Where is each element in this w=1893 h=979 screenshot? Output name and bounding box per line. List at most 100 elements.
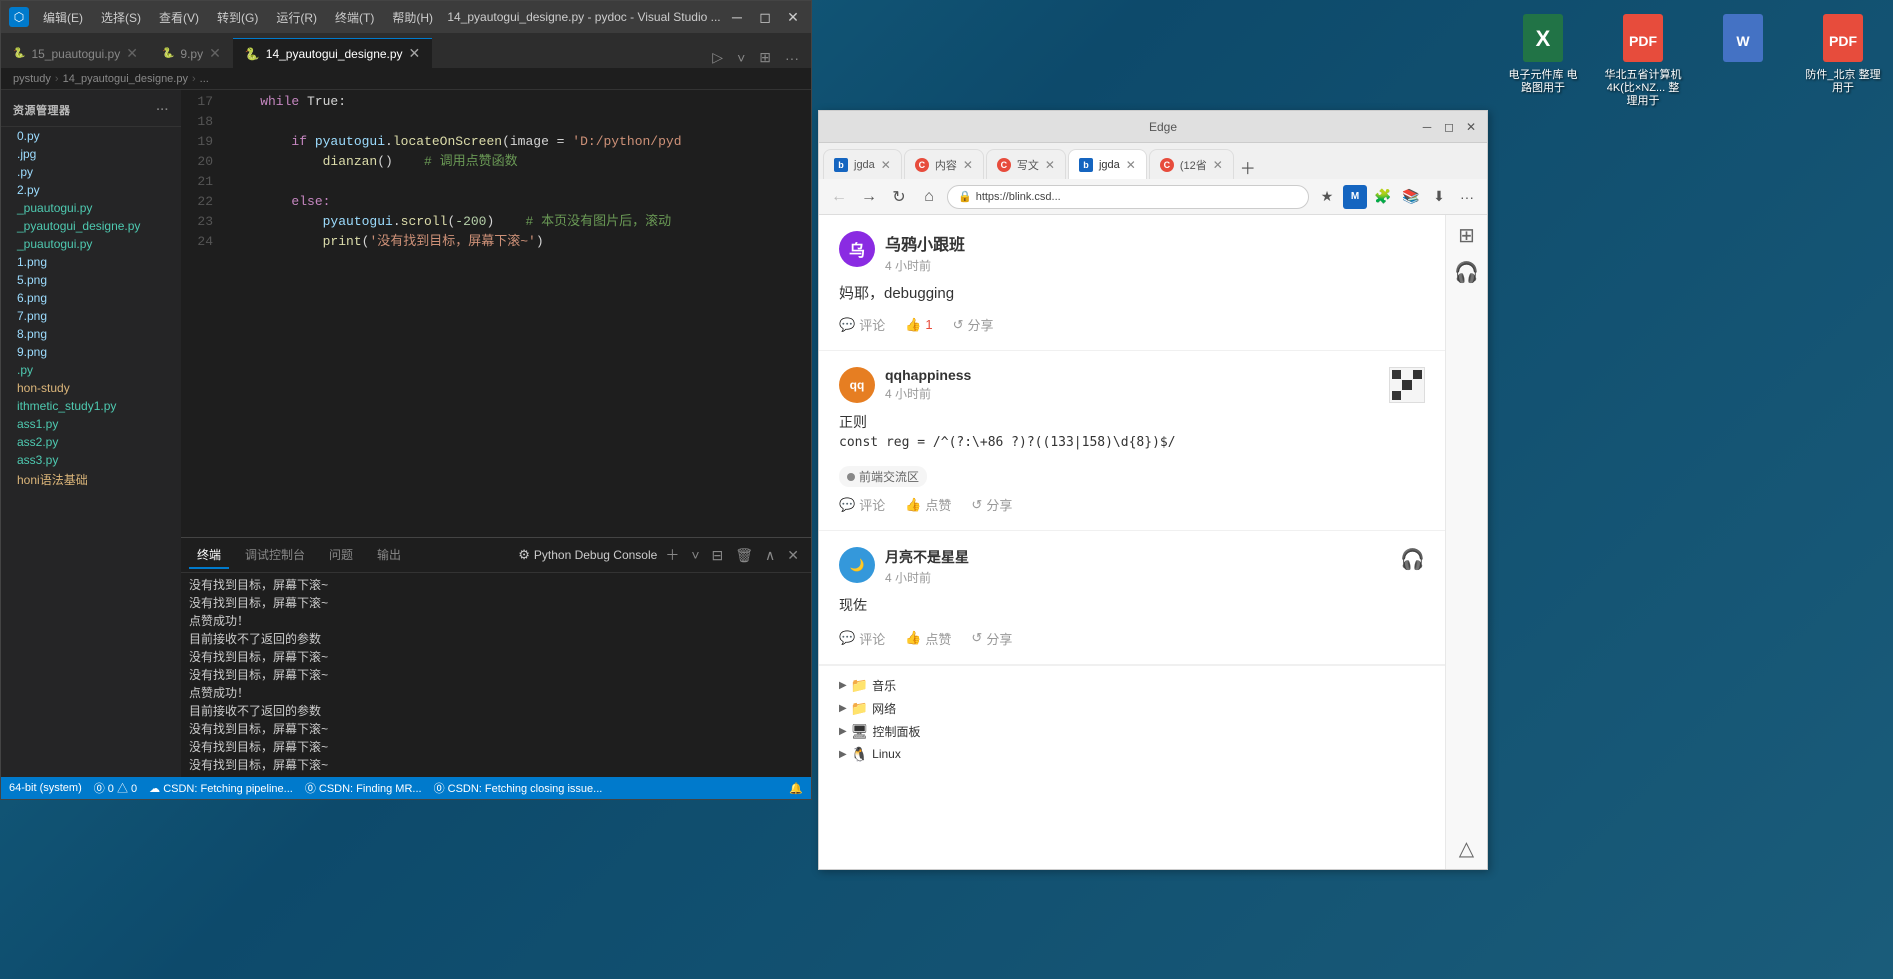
- breadcrumb-file[interactable]: 14_pyautogui_designe.py: [63, 73, 188, 85]
- split-terminal-button[interactable]: ⊟: [708, 545, 728, 566]
- statusbar-bit[interactable]: 64-bit (system): [9, 782, 82, 794]
- tab-15-close[interactable]: ✕: [126, 45, 138, 62]
- extensions-button[interactable]: 🧩: [1371, 185, 1395, 209]
- comment-action-reply-wuya[interactable]: 💬 评论: [839, 315, 885, 334]
- statusbar-csdn1[interactable]: ☁ CSDN: Fetching pipeline...: [149, 782, 293, 795]
- browser-tab-content[interactable]: C 内容 ✕: [904, 149, 984, 179]
- sidebar-item-1png[interactable]: 1.png: [1, 253, 181, 271]
- menu-edit[interactable]: 编辑(E): [35, 7, 91, 28]
- menu-select[interactable]: 选择(S): [93, 7, 149, 28]
- comment-action-share-moon[interactable]: ↺ 分享: [971, 629, 1012, 648]
- sidebar-item-puautogui1[interactable]: _puautogui.py: [1, 199, 181, 217]
- tab-14-close[interactable]: ✕: [409, 45, 421, 62]
- split-editor-button[interactable]: ⊞: [755, 47, 775, 68]
- menu-run[interactable]: 运行(R): [268, 7, 325, 28]
- tree-item-network[interactable]: ▶ 📁 网络: [831, 697, 1433, 720]
- comment-action-share-qq[interactable]: ↺ 分享: [971, 495, 1012, 514]
- comment-action-reply-moon[interactable]: 💬 评论: [839, 629, 885, 648]
- close-button[interactable]: ✕: [783, 7, 803, 27]
- close-terminal-button[interactable]: ✕: [783, 545, 803, 566]
- browser-maximize[interactable]: ◻: [1441, 119, 1457, 135]
- sidebar-item-jpg[interactable]: .jpg: [1, 145, 181, 163]
- comment-action-like-wuya[interactable]: 👍 1: [905, 317, 932, 333]
- vscode-app-icon[interactable]: ⬡: [9, 7, 29, 27]
- address-input[interactable]: 🔒 https://blink.csd...: [947, 185, 1309, 209]
- sidebar-item-hon-study[interactable]: hon-study: [1, 379, 181, 397]
- scroll-up-icon[interactable]: △: [1459, 836, 1474, 861]
- grid-view-icon[interactable]: ⊞: [1458, 223, 1475, 248]
- sidebar-item-py1[interactable]: .py: [1, 163, 181, 181]
- terminal-dropdown[interactable]: ˅: [687, 545, 703, 565]
- menu-goto[interactable]: 转到(G): [209, 7, 266, 28]
- sidebar-item-6png[interactable]: 6.png: [1, 289, 181, 307]
- tab-close-content[interactable]: ✕: [963, 158, 973, 172]
- browser-tab-jgda1[interactable]: b jgda ✕: [823, 149, 902, 179]
- tree-item-music[interactable]: ▶ 📁 音乐: [831, 674, 1433, 697]
- sidebar-item-puautogui2[interactable]: _puautogui.py: [1, 235, 181, 253]
- explorer-more-button[interactable]: ···: [157, 104, 170, 116]
- desktop-icon-pdf2[interactable]: PDF 防件_北京 整理用于: [1803, 10, 1883, 109]
- comment-action-like-moon[interactable]: 👍 点赞: [905, 629, 951, 648]
- tab-15-puautogui[interactable]: 🐍 15_puautogui.py ✕: [1, 38, 150, 68]
- desktop-icon-pdf1[interactable]: PDF 华北五省计算机 4K(比×NZ... 整理用于: [1603, 10, 1683, 109]
- maximize-terminal-button[interactable]: ∧: [761, 545, 779, 566]
- comment-action-reply-qq[interactable]: 💬 评论: [839, 495, 885, 514]
- tab-14-pyautogui[interactable]: 🐍 14_pyautogui_designe.py ✕: [233, 38, 432, 68]
- favorites-button[interactable]: ★: [1315, 185, 1339, 209]
- tab-9-close[interactable]: ✕: [209, 45, 221, 62]
- more-actions-button[interactable]: ···: [781, 48, 803, 68]
- tab-close-jgda1[interactable]: ✕: [881, 158, 891, 172]
- sidebar-item-honi[interactable]: honi语法基础: [1, 469, 181, 490]
- new-tab-button[interactable]: ＋: [1236, 155, 1260, 179]
- more-button[interactable]: ···: [1455, 185, 1479, 209]
- minimize-button[interactable]: ─: [727, 7, 747, 27]
- bing-button[interactable]: M: [1343, 185, 1367, 209]
- maximize-button[interactable]: ◻: [755, 7, 775, 27]
- menu-view[interactable]: 查看(V): [151, 7, 207, 28]
- sidebar-item-py2[interactable]: .py: [1, 361, 181, 379]
- run-dropdown[interactable]: ˅: [733, 48, 749, 68]
- desktop-icon-excel[interactable]: X 电子元件库 电路图用于: [1503, 10, 1583, 109]
- statusbar-notif[interactable]: 🔔: [789, 782, 803, 795]
- refresh-button[interactable]: ↻: [887, 185, 911, 209]
- sidebar-item-5png[interactable]: 5.png: [1, 271, 181, 289]
- sidebar-item-0py[interactable]: 0.py: [1, 127, 181, 145]
- home-button[interactable]: ⌂: [917, 185, 941, 209]
- sidebar-item-ass1[interactable]: ass1.py: [1, 415, 181, 433]
- delete-terminal-button[interactable]: 🗑: [731, 545, 757, 566]
- desktop-icon-word[interactable]: W: [1703, 10, 1783, 109]
- comment-action-like-qq[interactable]: 👍 点赞: [905, 495, 951, 514]
- sidebar-item-9png[interactable]: 9.png: [1, 343, 181, 361]
- back-button[interactable]: ←: [827, 185, 851, 209]
- browser-minimize[interactable]: ─: [1419, 119, 1435, 135]
- breadcrumb-more[interactable]: ...: [200, 73, 209, 85]
- sidebar-item-2py[interactable]: 2.py: [1, 181, 181, 199]
- browser-content[interactable]: 乌 乌鸦小跟班 4 小时前 妈耶，debugging 💬 评论 👍 1: [819, 215, 1445, 869]
- sidebar-item-8png[interactable]: 8.png: [1, 325, 181, 343]
- run-button[interactable]: ▷: [708, 47, 727, 68]
- browser-close[interactable]: ✕: [1463, 119, 1479, 135]
- tree-item-linux[interactable]: ▶ 🐧 Linux: [831, 743, 1433, 766]
- sidebar-item-pyautogui-designe[interactable]: _pyautogui_designe.py: [1, 217, 181, 235]
- tree-item-controlpanel[interactable]: ▶ 🖥 控制面板: [831, 720, 1433, 743]
- terminal-tab-debug[interactable]: 调试控制台: [237, 542, 313, 569]
- sidebar-item-ass2[interactable]: ass2.py: [1, 433, 181, 451]
- download-button[interactable]: ⬇: [1427, 185, 1451, 209]
- tab-9py[interactable]: 🐍 9.py ✕: [150, 38, 233, 68]
- tag-qq[interactable]: 前端交流区: [839, 466, 927, 487]
- menu-help[interactable]: 帮助(H): [384, 7, 441, 28]
- menu-terminal[interactable]: 终端(T): [327, 7, 382, 28]
- tab-close-jgda2[interactable]: ✕: [1126, 158, 1136, 172]
- browser-tab-jgda2[interactable]: b jgda ✕: [1068, 149, 1147, 179]
- sidebar-item-7png[interactable]: 7.png: [1, 307, 181, 325]
- browser-tab-12[interactable]: C (12省 ✕: [1149, 149, 1234, 179]
- statusbar-csdn3[interactable]: ⓪ CSDN: Fetching closing issue...: [434, 780, 603, 796]
- tab-close-xieyi[interactable]: ✕: [1045, 158, 1055, 172]
- tab-close-12[interactable]: ✕: [1213, 158, 1223, 172]
- headset-icon[interactable]: 🎧: [1454, 260, 1479, 285]
- statusbar-0[interactable]: ⓪ 0 △ 0: [94, 780, 137, 796]
- statusbar-csdn2[interactable]: ⓪ CSDN: Finding MR...: [305, 780, 422, 796]
- headphone-icon[interactable]: 🎧: [1400, 547, 1425, 572]
- sidebar-item-ass3[interactable]: ass3.py: [1, 451, 181, 469]
- code-content[interactable]: while True: if pyautogui.locateOnScreen(…: [221, 90, 811, 537]
